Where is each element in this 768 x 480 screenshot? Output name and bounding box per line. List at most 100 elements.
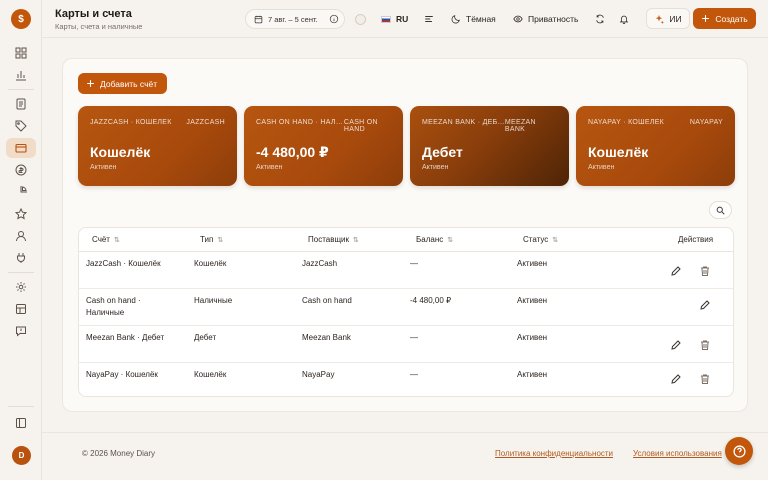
plug-icon [17,253,25,263]
column-header-provider[interactable]: Поставщик ⇅ [308,228,359,251]
privacy-toggle-button[interactable]: Приватность [513,9,578,29]
column-header-balance[interactable]: Баланс ⇅ [416,228,453,251]
card-status: Активен [90,164,117,171]
moon-icon [451,15,460,24]
coin-icon [15,164,27,176]
card-provider: CASH ON HAND [343,119,378,133]
copyright-text: © 2026 Money Diary [82,449,156,458]
sidebar-item-transactions[interactable] [6,94,36,114]
edit-icon[interactable] [670,339,682,351]
theme-toggle-button[interactable]: Тёмная [451,9,496,29]
cell-account: Meezan Bank · Дебет [86,333,165,342]
plus-icon [87,80,94,87]
sidebar-divider [8,406,34,407]
ai-assistant-button[interactable]: ИИ [646,8,690,29]
sync-button[interactable] [595,9,605,29]
card-title: Кошелёк [90,144,151,160]
card-header: JAZZCASH · КОШЕЛЁК JAZZCASH [90,119,225,126]
card-title: Кошелёк [588,144,649,160]
sort-icon: ⇅ [113,236,120,244]
bar-chart-icon [16,71,26,81]
chat-icon [16,326,26,337]
terms-link[interactable]: Условия использования [633,449,722,458]
grid-icon [15,47,27,59]
notifications-button[interactable] [619,9,629,29]
user-avatar[interactable]: D [12,446,31,465]
sidebar-item-analytics[interactable] [6,65,36,85]
sidebar-item-feedback[interactable] [6,321,36,341]
account-card[interactable]: CASH ON HAND · НАЛИЧНЫЕCASH ON HAND -4 4… [244,106,403,186]
cell-type: Кошелёк [194,259,227,268]
column-header-type[interactable]: Тип ⇅ [200,228,223,251]
cell-balance: — [410,333,418,342]
cell-type: Кошелёк [194,370,227,379]
cell-provider: Cash on hand [302,296,352,305]
russian-flag-icon [381,15,391,23]
account-card[interactable]: MEEZAN BANK · ДЕБЕТ MEEZAN BANK Дебет Акт… [410,106,569,186]
trash-icon[interactable] [699,373,711,385]
sidebar: $ D [0,0,42,480]
card-status: Активен [422,164,449,171]
column-header-status[interactable]: Статус ⇅ [523,228,558,251]
sidebar-item-budgets[interactable] [6,160,36,180]
cell-balance: — [410,259,418,268]
sidebar-item-profile[interactable] [6,226,36,246]
trash-icon[interactable] [699,339,711,351]
star-icon [15,208,27,220]
card-title: -4 480,00 ₽ [256,144,329,160]
cell-type: Наличные [194,296,233,305]
help-icon [732,444,746,458]
document-icon [16,98,26,110]
date-info-button[interactable] [329,9,339,29]
card-provider-line: CASH ON HAND · НАЛИЧНЫЕ [256,119,344,126]
edit-icon[interactable] [670,265,682,277]
sidebar-item-dashboard[interactable] [6,43,36,63]
page-title: Карты и счета [55,8,132,20]
language-selector[interactable]: RU [381,9,408,29]
sidebar-item-tags[interactable] [6,116,36,136]
account-card[interactable]: JAZZCASH · КОШЕЛЁК JAZZCASH Кошелёк Актив… [78,106,237,186]
table-icon [16,304,26,314]
card-header: CASH ON HAND · НАЛИЧНЫЕCASH ON HAND [256,119,391,133]
table-search-button[interactable] [709,201,732,219]
add-account-button[interactable]: Добавить счёт [78,73,167,94]
info-icon [329,14,339,24]
edit-icon[interactable] [699,299,711,311]
menu-button[interactable] [424,9,434,29]
sidebar-item-integrations[interactable] [6,248,36,268]
sidebar-collapse-button[interactable] [6,413,36,433]
trash-icon[interactable] [699,265,711,277]
app-logo-icon[interactable]: $ [11,9,31,29]
create-label: Создать [715,13,748,24]
table-row[interactable]: JazzCash · Кошелёк Кошелёк JazzCash — Ак… [79,252,733,289]
sort-icon: ⇅ [217,236,224,244]
account-card[interactable]: NAYAPAY · КОШЕЛЁК NAYAPAY Кошелёк Активен [576,106,735,186]
cell-provider: JazzCash [302,259,338,268]
add-account-label: Добавить счёт [100,78,158,89]
table-row[interactable]: Meezan Bank · Дебет Дебет Meezan Bank — … [79,326,733,363]
cell-account: NayaPay · Кошелёк [86,370,158,379]
create-button[interactable]: Создать [693,8,756,29]
sidebar-item-accounts[interactable] [6,138,36,158]
accounts-table: Счёт ⇅ Тип ⇅ Поставщик ⇅ Баланс ⇅ Статус ⇅ Де… [78,227,734,397]
sidebar-item-reports[interactable] [6,182,36,202]
privacy-policy-link[interactable]: Политика конфиденциальности [495,449,613,458]
help-button[interactable] [725,437,753,465]
search-icon [716,206,725,215]
sidebar-item-settings[interactable] [6,277,36,297]
sparkles-icon [656,14,665,24]
column-label: Баланс [416,235,444,244]
bell-icon [619,15,629,24]
align-left-icon [425,16,433,22]
column-header-account[interactable]: Счёт ⇅ [92,228,120,251]
sidebar-item-import[interactable] [6,299,36,319]
page-subtitle: Карты, счета и наличные [55,22,143,31]
table-row[interactable]: Cash on hand · Наличные Наличные Cash on… [79,289,733,326]
column-label: Действия [678,235,714,244]
tag-icon [15,120,27,132]
cell-balance: — [410,370,418,379]
sidebar-item-goals[interactable] [6,204,36,224]
card-provider-line: JAZZCASH · КОШЕЛЁК [90,119,172,126]
edit-icon[interactable] [670,373,682,385]
table-row[interactable]: NayaPay · Кошелёк Кошелёк NayaPay — Акти… [79,363,733,396]
